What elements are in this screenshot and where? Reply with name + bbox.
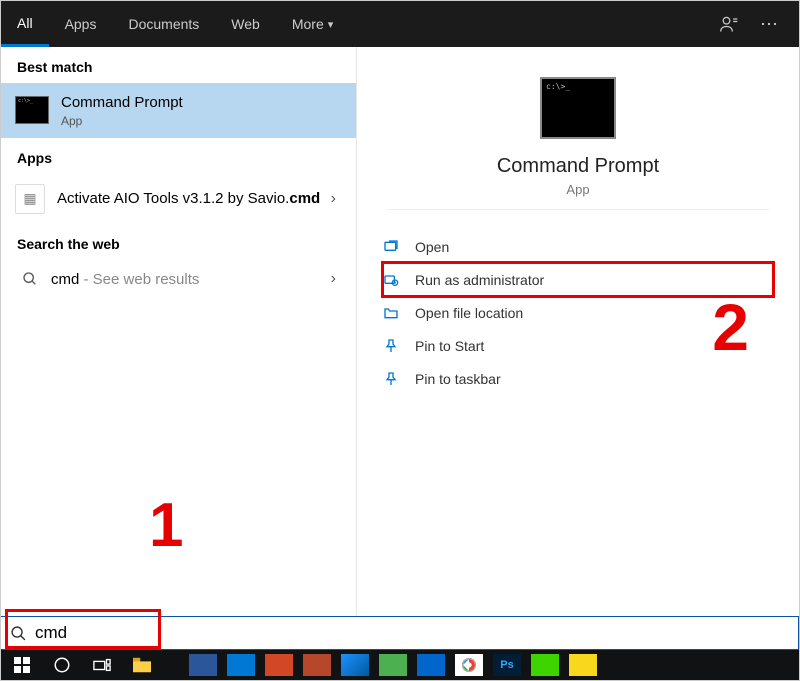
action-label: Pin to taskbar [415,371,501,387]
pin-start-icon [383,338,409,354]
cmd-icon [15,96,49,124]
file-explorer-icon[interactable] [123,650,161,680]
result-title: cmd - See web results [51,270,325,290]
action-label: Open file location [415,305,523,321]
result-web-cmd[interactable]: cmd - See web results › [1,260,356,300]
result-title: Activate AIO Tools v3.1.2 by Savio.cmd [57,189,325,209]
action-open[interactable]: Open [383,230,773,263]
result-subtype: App [61,114,342,128]
chevron-down-icon: ▾ [328,18,334,31]
taskbar-app-5[interactable] [341,654,369,676]
task-view-icon[interactable] [83,650,121,680]
taskbar-app-2[interactable] [227,654,255,676]
annotation-step-1: 1 [149,490,183,561]
tab-apps[interactable]: Apps [49,1,113,47]
taskbar-app-3[interactable] [265,654,293,676]
action-pin-to-taskbar[interactable]: Pin to taskbar [383,362,773,395]
taskbar-app-7[interactable] [417,654,445,676]
tab-web[interactable]: Web [215,1,276,47]
taskbar-app-6[interactable] [379,654,407,676]
action-label: Run as administrator [415,272,544,288]
label-search-web: Search the web [1,224,356,260]
results-panel: Best match Command Prompt App Apps ▦ Act… [1,47,357,616]
more-options-icon[interactable]: ⋯ [749,1,789,47]
tab-all[interactable]: All [1,1,49,47]
open-icon [383,239,409,255]
tab-documents[interactable]: Documents [112,1,215,47]
taskbar: Ps [1,650,799,680]
preview-title: Command Prompt [357,155,799,178]
chevron-right-icon: › [325,270,342,288]
chevron-right-icon: › [325,190,342,208]
cmd-icon-large [540,77,616,139]
search-icon [15,271,45,287]
search-scope-tabs: All Apps Documents Web More▾ ⋯ [1,1,799,47]
search-input[interactable] [35,623,798,643]
preview-subtype: App [387,178,769,210]
result-title: Command Prompt [61,93,342,113]
feedback-icon[interactable] [709,1,749,47]
pin-taskbar-icon [383,371,409,387]
result-command-prompt[interactable]: Command Prompt App [1,83,356,138]
taskbar-app-9[interactable]: Ps [493,654,521,676]
cortana-icon[interactable] [43,650,81,680]
label-apps: Apps [1,138,356,174]
action-label: Pin to Start [415,338,484,354]
tab-more[interactable]: More▾ [276,1,349,47]
admin-icon [383,272,409,288]
taskbar-app-8[interactable] [455,654,483,676]
result-activate-aio-tools[interactable]: ▦ Activate AIO Tools v3.1.2 by Savio.cmd… [1,174,356,224]
taskbar-app-11[interactable] [569,654,597,676]
search-icon [1,625,35,642]
taskbar-app-4[interactable] [303,654,331,676]
annotation-step-2: 2 [712,289,749,365]
taskbar-app-1[interactable] [189,654,217,676]
folder-icon [383,305,409,321]
label-best-match: Best match [1,47,356,83]
action-label: Open [415,239,449,255]
taskbar-app-10[interactable] [531,654,559,676]
start-button[interactable] [3,650,41,680]
script-icon: ▦ [15,184,45,214]
search-bar[interactable] [1,616,799,650]
